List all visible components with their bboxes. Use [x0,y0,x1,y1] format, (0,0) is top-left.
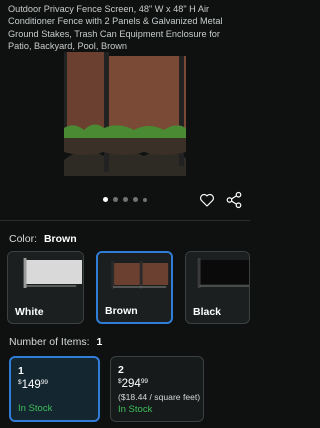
color-selected-value: Brown [43,233,77,245]
quantity-selected-value: 1 [96,336,103,348]
option-price: $29499 [118,378,148,390]
color-option-black[interactable]: Black [185,251,250,324]
color-option-label: Brown [105,305,138,317]
divider [0,220,250,221]
carousel-dots[interactable] [103,197,147,202]
color-option-brown[interactable]: Brown [96,251,173,324]
swatch-image [98,253,171,298]
quantity-label: Number of Items: [9,336,90,348]
carousel-dot[interactable] [103,197,108,202]
product-image[interactable] [64,52,186,176]
carousel-dot[interactable] [133,197,138,202]
stock-status: In Stock [18,403,53,414]
swatch-image [8,252,83,297]
carousel-dot[interactable] [143,197,147,202]
color-label: Color: [9,233,38,245]
color-option-white[interactable]: White [7,251,84,324]
stock-status: In Stock [118,404,153,415]
swatch-image [186,252,249,297]
price-whole: 294 [121,378,141,390]
price-fraction: 99 [40,379,49,386]
color-label-row: Color: Brown [9,233,77,245]
quantity-option-1[interactable]: 1 $14999 In Stock [9,356,100,422]
price-whole: 149 [21,379,41,391]
option-count: 1 [18,365,24,377]
quantity-option-2[interactable]: 2 $29499 ($18.44 / square feet) In Stock [110,356,204,422]
price-fraction: 99 [140,378,149,385]
color-option-label: White [15,306,44,318]
product-title: Outdoor Privacy Fence Screen, 48" W x 48… [8,4,223,52]
quantity-label-row: Number of Items: 1 [9,336,102,348]
option-price: $14999 [18,379,48,391]
share-icon[interactable] [225,191,243,209]
option-count: 2 [118,364,124,376]
unit-price: ($18.44 / square feet) [118,392,201,402]
carousel-dot[interactable] [123,197,128,202]
heart-icon[interactable] [198,191,216,209]
carousel-dot[interactable] [113,197,118,202]
color-option-label: Black [193,306,222,318]
